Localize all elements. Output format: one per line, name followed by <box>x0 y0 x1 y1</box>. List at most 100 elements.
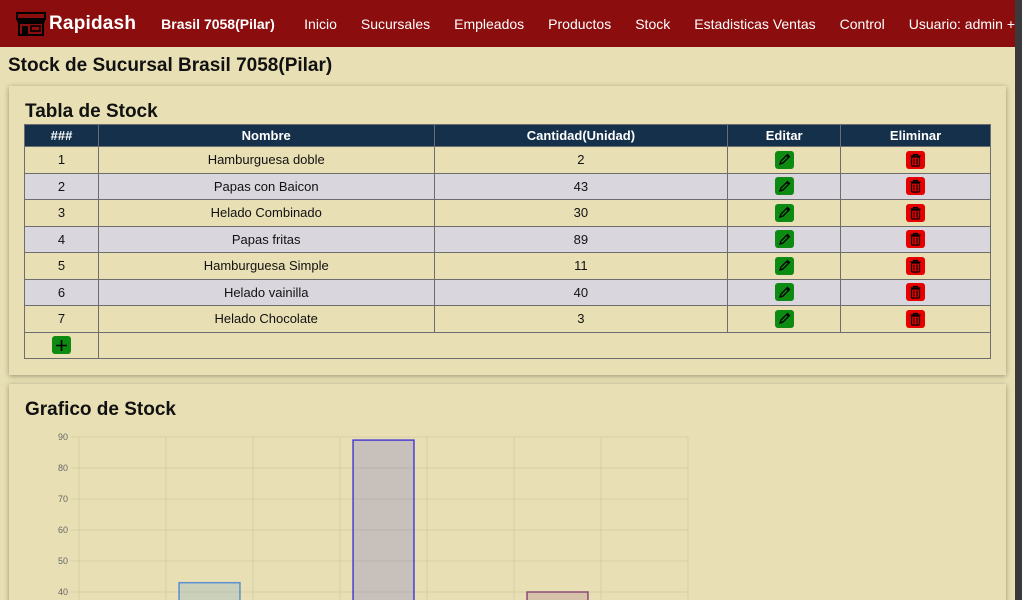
row-name: Helado vainilla <box>97 278 435 306</box>
row-name: Hamburguesa Simple <box>97 252 435 280</box>
row-quantity: 2 <box>433 146 729 174</box>
delete-button[interactable] <box>906 177 926 196</box>
header-edit: Editar <box>727 124 842 147</box>
row-number: 4 <box>24 225 99 253</box>
row-number: 7 <box>24 305 99 333</box>
row-name: Helado Combinado <box>97 199 435 227</box>
pencil-icon <box>778 206 791 219</box>
pencil-icon <box>778 153 791 166</box>
row-edit-cell <box>727 252 842 280</box>
stock-bar-chart: 90 80 70 60 50 40 <box>58 432 689 600</box>
header-delete: Eliminar <box>840 124 991 147</box>
delete-button[interactable] <box>906 230 926 249</box>
row-quantity: 3 <box>433 305 729 333</box>
table-row: 7 Helado Chocolate 3 <box>24 305 991 333</box>
row-edit-cell <box>727 172 842 200</box>
add-cell <box>24 331 99 359</box>
trash-icon <box>910 259 921 273</box>
stock-table-title: Tabla de Stock <box>25 101 158 122</box>
row-delete-cell <box>840 146 991 174</box>
header-quantity: Cantidad(Unidad) <box>433 124 729 147</box>
row-name: Papas fritas <box>97 225 435 253</box>
chart-y-tick-label: 90 <box>58 432 68 442</box>
nav-links: Inicio Sucursales Empleados Productos St… <box>292 16 1015 32</box>
pencil-icon <box>778 180 791 192</box>
table-row: 5 Hamburguesa Simple 11 <box>24 252 991 280</box>
row-number: 3 <box>24 199 99 227</box>
row-edit-cell <box>727 199 842 227</box>
table-row: 3 Helado Combinado 30 <box>24 199 991 227</box>
chart-y-tick-label: 40 <box>58 587 68 597</box>
nav-inicio[interactable]: Inicio <box>292 16 349 32</box>
row-edit-cell <box>727 146 842 174</box>
pencil-icon <box>778 312 791 325</box>
nav-control[interactable]: Control <box>828 16 897 32</box>
row-delete-cell <box>840 252 991 280</box>
row-edit-cell <box>727 305 842 333</box>
delete-button[interactable] <box>906 283 926 302</box>
chart-bar <box>178 581 241 600</box>
edit-button[interactable] <box>774 203 794 222</box>
page-title: Stock de Sucursal Brasil 7058(Pilar) <box>8 55 333 76</box>
delete-button[interactable] <box>906 256 926 275</box>
plus-icon <box>55 339 67 351</box>
row-number: 2 <box>24 172 99 200</box>
edit-button[interactable] <box>774 177 794 196</box>
scrollbar[interactable] <box>1015 0 1022 600</box>
row-delete-cell <box>840 172 991 200</box>
pencil-icon <box>778 286 791 298</box>
table-row: 1 Hamburguesa doble 2 <box>24 146 991 174</box>
stock-table: ### Nombre Cantidad(Unidad) Editar Elimi… <box>24 124 992 359</box>
stock-table-body: 1 Hamburguesa doble 2 2 Papas con Baicon 43 3 H… <box>24 146 991 333</box>
user-menu[interactable]: Usuario: admin + <box>897 16 1015 32</box>
chart-y-tick-label: 70 <box>58 494 68 504</box>
delete-button[interactable] <box>906 150 926 169</box>
stock-table-card: Tabla de Stock ### Nombre Cantidad(Unida… <box>9 86 1006 375</box>
table-header-row: ### Nombre Cantidad(Unidad) Editar Elimi… <box>24 124 991 147</box>
nav-estadisticas-ventas[interactable]: Estadisticas Ventas <box>682 16 827 32</box>
row-quantity: 89 <box>433 225 729 253</box>
delete-button[interactable] <box>906 203 926 222</box>
edit-button[interactable] <box>774 230 794 249</box>
trash-icon <box>910 312 921 326</box>
row-delete-cell <box>840 225 991 253</box>
header-number: ### <box>24 124 99 147</box>
nav-empleados[interactable]: Empleados <box>442 16 536 32</box>
row-delete-cell <box>840 199 991 227</box>
trash-icon <box>910 153 921 167</box>
row-name: Helado Chocolate <box>97 305 435 333</box>
row-edit-cell <box>727 278 842 306</box>
table-row: 2 Papas con Baicon 43 <box>24 172 991 200</box>
trash-icon <box>910 180 921 193</box>
chart-bar <box>526 591 589 600</box>
chart-bar <box>352 439 415 600</box>
delete-button[interactable] <box>906 309 926 328</box>
add-row-empty <box>97 331 992 359</box>
row-number: 5 <box>24 252 99 280</box>
current-branch: Brasil 7058(Pilar) <box>161 15 275 32</box>
edit-button[interactable] <box>774 150 794 169</box>
row-delete-cell <box>840 305 991 333</box>
nav-stock[interactable]: Stock <box>623 16 682 32</box>
stock-chart-card: Grafico de Stock 90 80 70 60 50 40 <box>9 384 1006 600</box>
chart-y-tick-label: 50 <box>58 556 68 566</box>
nav-productos[interactable]: Productos <box>536 16 623 32</box>
nav-sucursales[interactable]: Sucursales <box>349 16 442 32</box>
pencil-icon <box>778 233 791 245</box>
trash-icon <box>910 233 921 246</box>
edit-button[interactable] <box>774 309 794 328</box>
row-quantity: 30 <box>433 199 729 227</box>
trash-icon <box>910 286 921 299</box>
edit-button[interactable] <box>774 256 794 275</box>
row-edit-cell <box>727 225 842 253</box>
trash-icon <box>910 206 921 220</box>
row-number: 1 <box>24 146 99 174</box>
row-name: Papas con Baicon <box>97 172 435 200</box>
pencil-icon <box>778 259 791 272</box>
add-product-button[interactable] <box>51 336 71 355</box>
edit-button[interactable] <box>774 283 794 302</box>
brand-name: Rapidash <box>49 12 137 34</box>
row-quantity: 43 <box>433 172 729 200</box>
brand[interactable]: Rapidash <box>16 11 149 36</box>
chart-y-tick-label: 60 <box>58 525 68 535</box>
